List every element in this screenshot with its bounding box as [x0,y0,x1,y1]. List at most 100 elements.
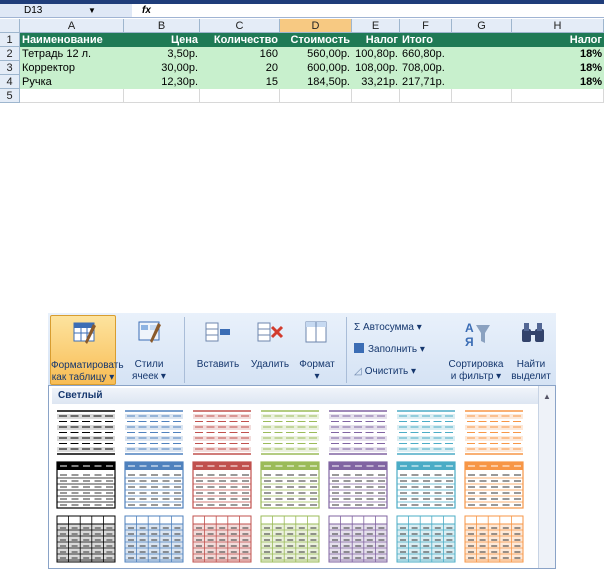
empty-cell[interactable] [124,89,200,103]
fill-button[interactable]: Заполнить ▾ [354,343,425,356]
table-style-thumbnail[interactable] [395,514,457,564]
format-as-table-label: Форматировать как таблицу ▾ [51,360,124,383]
name-box[interactable]: D13 ▼ [0,4,132,18]
fill-label: Заполнить ▾ [368,344,425,355]
table-style-thumbnail[interactable] [259,460,321,510]
scroll-up-icon[interactable]: ▲ [543,392,551,401]
sort-filter-label: Сортировка и фильтр ▾ [448,359,504,382]
column-header[interactable]: G [452,19,512,33]
find-select-button[interactable]: Найти выделит [508,315,554,385]
insert-button[interactable]: Вставить [192,315,244,385]
table-header-cell[interactable]: Количество [200,33,280,47]
delete-cells-icon [257,322,284,342]
delete-label: Удалить [250,359,290,370]
table-style-thumbnail[interactable] [327,407,389,457]
table-cell[interactable] [452,47,512,61]
row-header[interactable]: 2 [0,47,20,61]
gallery-scrollbar[interactable]: ▲ [538,386,555,568]
table-cell[interactable]: 660,80р. [400,47,452,61]
table-cell[interactable]: 108,00р. [352,61,400,75]
table-cell[interactable]: 30,00р. [124,61,200,75]
table-style-thumbnail[interactable] [463,407,525,457]
table-style-thumbnail[interactable] [55,514,117,564]
column-header[interactable]: D [280,19,352,33]
table-cell[interactable]: Тетрадь 12 л. [20,47,124,61]
format-button[interactable]: Формат ▾ [294,315,340,385]
table-style-thumbnail[interactable] [259,514,321,564]
column-header[interactable]: B [124,19,200,33]
table-cell[interactable]: 15 [200,75,280,89]
empty-cell[interactable] [280,89,352,103]
row-header[interactable]: 4 [0,75,20,89]
clear-button[interactable]: ◿ Очистить ▾ [354,365,416,378]
table-cell[interactable]: 100,80р. [352,47,400,61]
find-select-label: Найти выделит [511,359,551,382]
table-style-thumbnail[interactable] [395,407,457,457]
column-header[interactable]: C [200,19,280,33]
sort-filter-button[interactable]: А Я Сортировка и фильтр ▾ [444,315,508,385]
column-header[interactable]: F [400,19,452,33]
table-cell[interactable]: 18% [512,75,604,89]
chevron-down-icon[interactable]: ▼ [88,4,96,17]
formula-input[interactable]: fx [132,4,604,18]
table-cell[interactable]: 3,50р. [124,47,200,61]
table-style-thumbnail[interactable] [55,460,117,510]
empty-cell[interactable] [352,89,400,103]
table-cell[interactable]: 18% [512,47,604,61]
table-cell[interactable]: 708,00р. [400,61,452,75]
table-cell[interactable]: 20 [200,61,280,75]
table-cell[interactable]: Корректор [20,61,124,75]
table-cell[interactable] [452,75,512,89]
table-style-thumbnail[interactable] [463,514,525,564]
insert-cells-icon [205,322,230,342]
table-cell[interactable]: 184,50р. [280,75,352,89]
empty-cell[interactable] [452,89,512,103]
table-header-cell[interactable]: Налог [352,33,400,47]
table-style-thumbnail[interactable] [395,460,457,510]
select-all-corner[interactable] [0,19,20,33]
cell-styles-button[interactable]: Стили ячеек ▾ [120,315,178,385]
empty-cell[interactable] [400,89,452,103]
table-header-cell[interactable]: Налог [512,33,604,47]
sort-filter-icon: А Я [465,321,490,349]
empty-cell[interactable] [512,89,604,103]
table-header-cell[interactable]: Цена [124,33,200,47]
table-cell[interactable]: 12,30р. [124,75,200,89]
table-style-gallery: Светлый ▲ [48,385,556,569]
delete-button[interactable]: Удалить [246,315,294,385]
row-header[interactable]: 1 [0,33,20,47]
table-style-thumbnail[interactable] [55,407,117,457]
table-style-thumbnail[interactable] [191,407,253,457]
table-style-thumbnail[interactable] [123,460,185,510]
table-header-cell[interactable]: Наименование [20,33,124,47]
empty-cell[interactable] [20,89,124,103]
function-icon[interactable]: fx [142,4,151,17]
table-cell[interactable]: 160 [200,47,280,61]
table-header-cell[interactable] [452,33,512,47]
table-style-thumbnail[interactable] [327,460,389,510]
table-style-thumbnail[interactable] [463,460,525,510]
table-cell[interactable]: 600,00р. [280,61,352,75]
table-style-thumbnail[interactable] [191,514,253,564]
table-style-thumbnail[interactable] [259,407,321,457]
table-cell[interactable]: 560,00р. [280,47,352,61]
column-header[interactable]: H [512,19,604,33]
column-header[interactable]: A [20,19,124,33]
table-cell[interactable]: 18% [512,61,604,75]
empty-cell[interactable] [200,89,280,103]
table-style-thumbnail[interactable] [123,407,185,457]
table-style-thumbnail[interactable] [123,514,185,564]
table-header-cell[interactable]: Стоимость [280,33,352,47]
row-header[interactable]: 3 [0,61,20,75]
column-header[interactable]: E [352,19,400,33]
autosum-button[interactable]: Σ Автосумма ▾ [354,321,422,334]
table-header-cell[interactable]: Итого [400,33,452,47]
table-style-thumbnail[interactable] [191,460,253,510]
table-cell[interactable]: 33,21р. [352,75,400,89]
row-header[interactable]: 5 [0,89,20,103]
table-cell[interactable] [452,61,512,75]
table-cell[interactable]: Ручка [20,75,124,89]
table-style-thumbnail[interactable] [327,514,389,564]
format-as-table-button[interactable]: Форматировать как таблицу ▾ [50,315,124,385]
table-cell[interactable]: 217,71р. [400,75,452,89]
